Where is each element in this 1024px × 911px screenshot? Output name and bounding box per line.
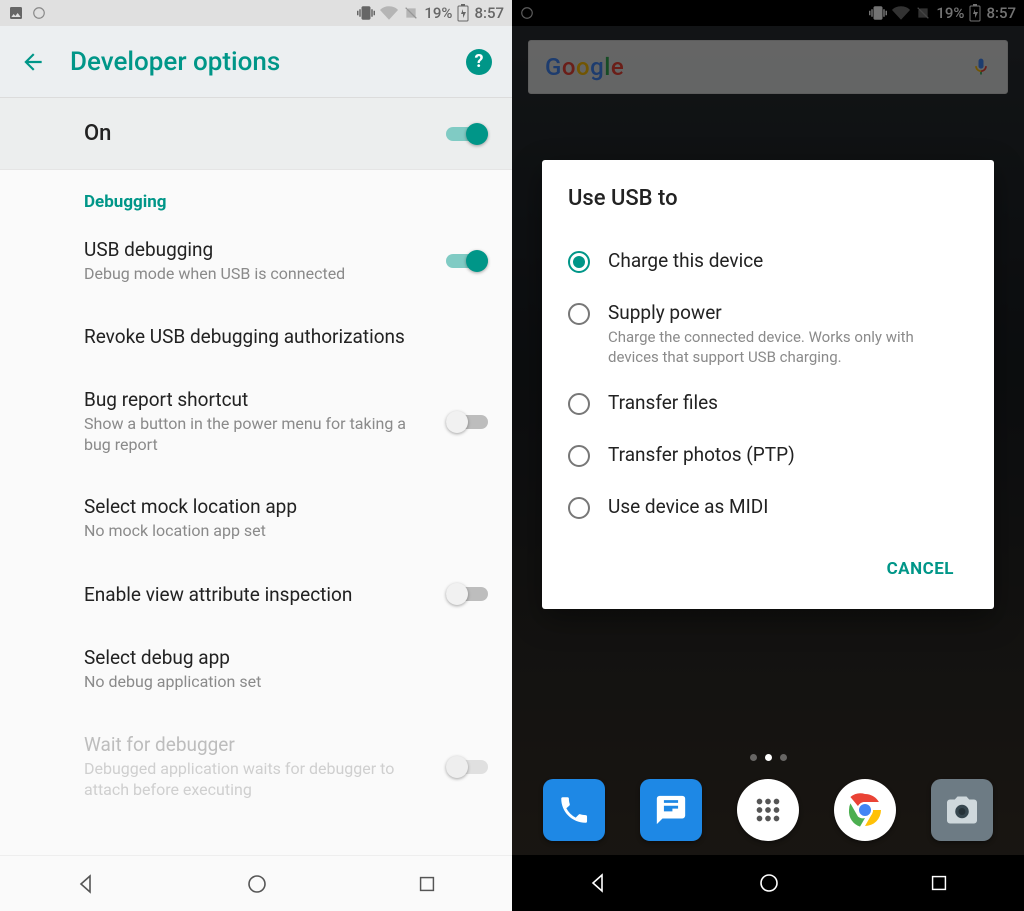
navigation-bar [512,855,1024,911]
dock-phone-icon[interactable] [543,779,605,841]
setting-select-debug-app[interactable]: Select debug app No debug application se… [0,626,512,713]
setting-subtitle: Debugged application waits for debugger … [84,759,430,801]
nav-back-icon[interactable] [74,872,98,896]
screen-usb-dialog: 19% 8:57 Google [512,0,1024,911]
toggle-view-attribute-inspection[interactable] [446,582,488,606]
image-notification-icon [8,5,24,21]
dock-messages-icon[interactable] [640,779,702,841]
battery-charging-icon [457,4,469,22]
wifi-icon [380,4,398,22]
option-label: Supply power [608,301,948,324]
cancel-button[interactable]: CANCEL [877,551,964,587]
setting-wait-for-debugger: Wait for debugger Debugged application w… [0,713,512,821]
toggle-usb-debugging[interactable] [446,249,488,273]
setting-title: Wait for debugger [84,733,430,756]
dock-app-drawer-icon[interactable] [737,779,799,841]
nav-back-icon[interactable] [586,871,610,895]
nav-recents-icon[interactable] [416,873,438,895]
usb-option-transfer-files[interactable]: Transfer files [568,377,968,429]
screen-developer-options: 19% 8:57 Developer options ? On Debuggin… [0,0,512,911]
setting-title: USB debugging [84,238,430,261]
setting-title: Revoke USB debugging authorizations [84,325,488,348]
setting-bug-report-shortcut[interactable]: Bug report shortcut Show a button in the… [0,368,512,476]
option-label: Charge this device [608,249,763,272]
option-desc: Charge the connected device. Works only … [608,328,948,367]
toggle-bug-report-shortcut[interactable] [446,410,488,434]
circle-notification-icon [32,6,46,20]
setting-title: Bug report shortcut [84,388,430,411]
radio-icon[interactable] [568,251,590,273]
no-sim-icon [403,5,419,21]
app-bar: Developer options ? [0,26,512,98]
setting-revoke-usb-auth[interactable]: Revoke USB debugging authorizations [0,305,512,368]
help-icon[interactable]: ? [466,49,492,75]
navigation-bar [0,855,512,911]
dialog-title: Use USB to [568,186,968,211]
back-arrow-icon[interactable] [20,49,46,75]
setting-usb-debugging[interactable]: USB debugging Debug mode when USB is con… [0,218,512,305]
clock: 8:57 [474,4,504,22]
usb-option-midi[interactable]: Use device as MIDI [568,481,968,533]
section-header-debugging: Debugging [0,170,512,218]
nav-home-icon[interactable] [757,871,781,895]
setting-subtitle: No mock location app set [84,521,488,542]
setting-mock-location[interactable]: Select mock location app No mock locatio… [0,475,512,562]
setting-view-attribute-inspection[interactable]: Enable view attribute inspection [0,562,512,626]
settings-list[interactable]: Debugging USB debugging Debug mode when … [0,170,512,855]
master-toggle-label: On [84,121,446,146]
usb-option-charge[interactable]: Charge this device [568,235,968,287]
radio-icon[interactable] [568,497,590,519]
setting-title: Select mock location app [84,495,488,518]
option-label: Transfer files [608,391,718,414]
dock-chrome-icon[interactable] [834,779,896,841]
setting-subtitle: Show a button in the power menu for taki… [84,414,430,456]
usb-dialog: Use USB to Charge this device Supply pow… [542,160,994,609]
toggle-wait-for-debugger [446,755,488,779]
setting-title: Select debug app [84,646,488,669]
option-label: Transfer photos (PTP) [608,443,795,466]
nav-recents-icon[interactable] [928,872,950,894]
status-bar: 19% 8:57 [0,0,512,26]
dock-camera-icon[interactable] [931,779,993,841]
radio-icon[interactable] [568,393,590,415]
vibrate-icon [357,4,375,22]
option-label: Use device as MIDI [608,495,768,518]
master-toggle-switch[interactable] [446,122,488,146]
usb-option-transfer-photos[interactable]: Transfer photos (PTP) [568,429,968,481]
battery-percent: 19% [424,4,452,22]
nav-home-icon[interactable] [245,872,269,896]
setting-title: Enable view attribute inspection [84,583,430,606]
radio-icon[interactable] [568,445,590,467]
page-title: Developer options [70,47,442,77]
radio-icon[interactable] [568,303,590,325]
master-toggle-row[interactable]: On [0,98,512,170]
setting-subtitle: No debug application set [84,672,488,693]
app-dock [512,765,1024,855]
page-indicator [512,754,1024,761]
setting-subtitle: Debug mode when USB is connected [84,264,430,285]
usb-option-supply-power[interactable]: Supply power Charge the connected device… [568,287,968,377]
